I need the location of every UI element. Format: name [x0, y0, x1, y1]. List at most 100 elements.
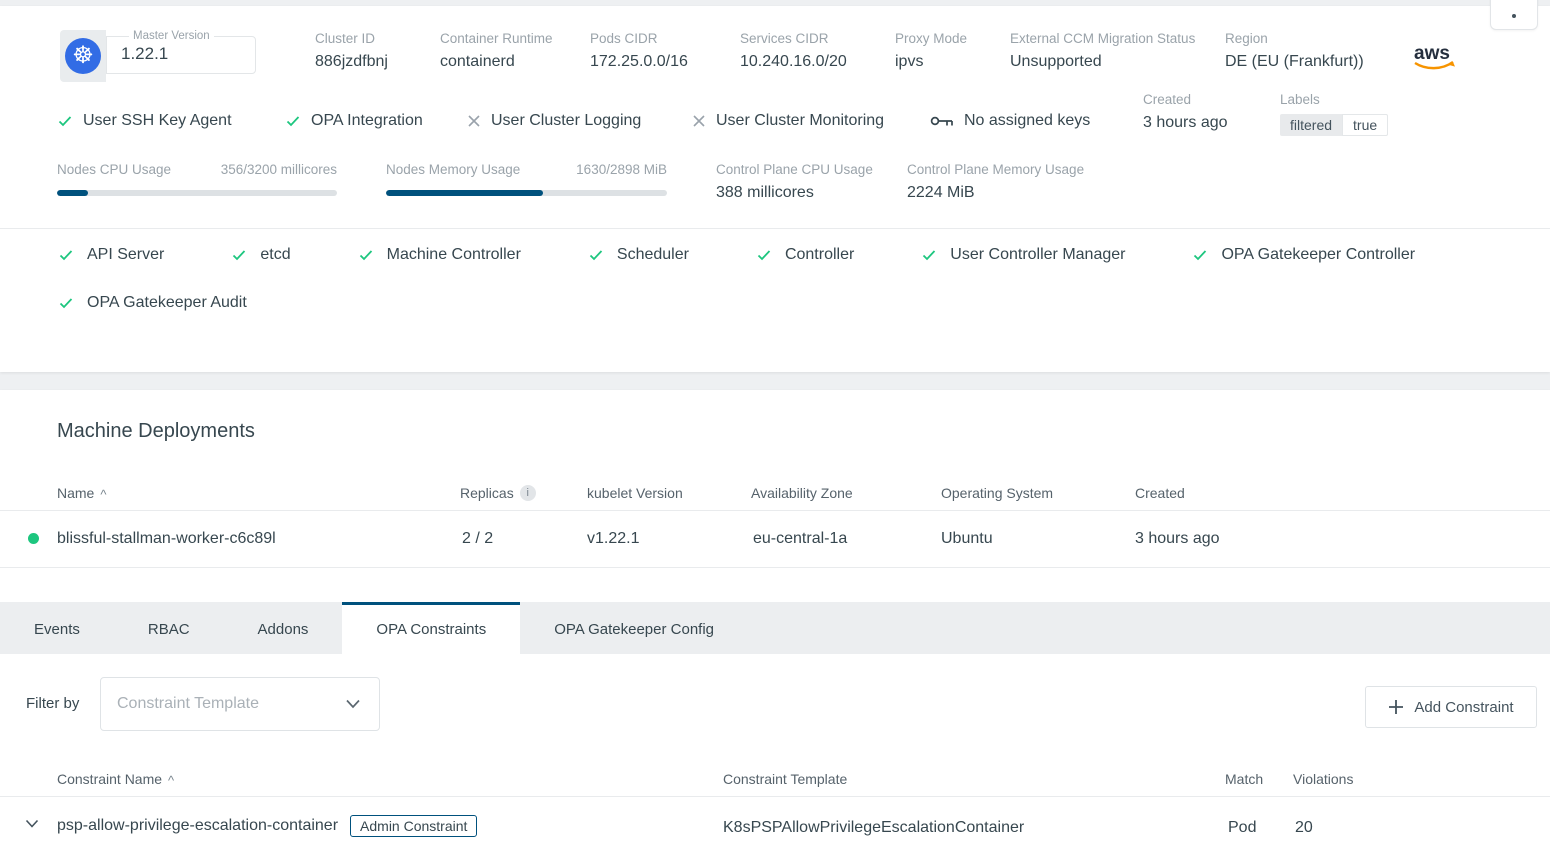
admin-constraint-badge: Admin Constraint	[350, 815, 477, 837]
master-version-field: Master Version 1.22.1	[106, 30, 256, 74]
column-header-availability-zone: Availability Zone	[751, 485, 853, 501]
label-chip-value: true	[1342, 114, 1388, 136]
md-name: blissful-stallman-worker-c6c89l	[57, 530, 276, 548]
stat-value: 172.25.0.0/16	[590, 53, 688, 71]
feature-user-cluster-monitoring: User Cluster Monitoring	[692, 112, 884, 130]
feature-label: OPA Integration	[311, 112, 423, 130]
stat-ccm-migration-status: External CCM Migration Status Unsupporte…	[1010, 31, 1195, 71]
expand-row-chevron-icon[interactable]	[25, 819, 39, 829]
add-constraint-label: Add Constraint	[1414, 699, 1513, 716]
info-icon[interactable]: i	[520, 485, 536, 501]
usage-label: Nodes CPU Usage	[57, 162, 171, 177]
column-header-kubelet-version: kubelet Version	[587, 485, 683, 501]
section-divider	[0, 228, 1550, 229]
stat-services-cidr: Services CIDR 10.240.16.0/20	[740, 31, 847, 71]
constraint-name: psp-allow-privilege-escalation-container	[57, 817, 338, 835]
master-version-label: Master Version	[129, 30, 214, 42]
chevron-down-icon	[345, 698, 361, 710]
plus-icon	[1388, 699, 1404, 715]
control-plane-cpu-usage: Control Plane CPU Usage 388 millicores	[716, 162, 873, 202]
check-icon	[57, 295, 75, 311]
md-created: 3 hours ago	[1135, 530, 1220, 548]
column-header-violations: Violations	[1293, 771, 1353, 787]
stat-label: Region	[1225, 31, 1364, 46]
feature-opa-integration: OPA Integration	[285, 112, 423, 130]
check-icon	[1191, 247, 1209, 263]
dot-menu-icon	[1512, 14, 1516, 18]
md-kubelet-version: v1.22.1	[587, 530, 639, 548]
stat-value: ipvs	[895, 53, 967, 71]
usage-label: Control Plane CPU Usage	[716, 162, 873, 177]
stat-container-runtime: Container Runtime containerd	[440, 31, 553, 71]
column-header-created: Created	[1135, 485, 1185, 501]
health-opa-gatekeeper-controller: OPA Gatekeeper Controller	[1191, 244, 1415, 266]
add-constraint-button[interactable]: Add Constraint	[1365, 686, 1537, 728]
label-chip: filtered true	[1280, 114, 1388, 136]
column-header-match: Match	[1225, 771, 1263, 787]
health-etcd: etcd	[230, 244, 290, 266]
check-icon	[357, 247, 375, 263]
cluster-detail-page: ☸ Master Version 1.22.1 Cluster ID 886jz…	[0, 0, 1550, 851]
machine-deployment-row[interactable]: blissful-stallman-worker-c6c89l 2 / 2 v1…	[0, 510, 1550, 568]
master-version-value: 1.22.1	[121, 44, 241, 64]
tab-events[interactable]: Events	[0, 602, 114, 654]
stat-label: Container Runtime	[440, 31, 553, 46]
labels-label: Labels	[1280, 92, 1388, 107]
ssh-keys-text: No assigned keys	[964, 112, 1090, 130]
md-replicas: 2 / 2	[462, 530, 493, 548]
health-controller: Controller	[755, 244, 854, 266]
health-label: Scheduler	[617, 246, 689, 264]
health-label: Machine Controller	[387, 246, 521, 264]
stat-value: containerd	[440, 53, 553, 71]
tab-rbac[interactable]: RBAC	[114, 602, 224, 654]
ssh-keys-status: No assigned keys	[930, 112, 1090, 130]
check-icon	[57, 247, 75, 263]
health-api-server: API Server	[57, 244, 164, 266]
control-plane-memory-usage: Control Plane Memory Usage 2224 MiB	[907, 162, 1084, 202]
stat-value: 10.240.16.0/20	[740, 53, 847, 71]
constraint-row[interactable]: psp-allow-privilege-escalation-container…	[0, 797, 1550, 851]
health-status-list: API Server etcd Machine Controller Sched…	[57, 244, 1497, 314]
labels-block: Labels filtered true	[1280, 92, 1388, 136]
stat-label: Proxy Mode	[895, 31, 967, 46]
check-icon	[920, 247, 938, 263]
usage-value: 2224 MiB	[907, 184, 1084, 202]
tab-opa-constraints[interactable]: OPA Constraints	[342, 602, 520, 654]
filter-by-label: Filter by	[26, 695, 79, 712]
kubernetes-icon: ☸	[65, 38, 101, 74]
nodes-cpu-usage: Nodes CPU Usage 356/3200 millicores	[57, 162, 337, 196]
machine-deployments-card: Machine Deployments Name^ Replicas i kub…	[0, 390, 1550, 602]
constraint-violations: 20	[1295, 819, 1313, 837]
stat-region: Region DE (EU (Frankfurt))	[1225, 31, 1364, 71]
aws-provider-logo: aws	[1412, 42, 1458, 79]
tab-addons[interactable]: Addons	[224, 602, 343, 654]
detail-tabs: Events RBAC Addons OPA Constraints OPA G…	[0, 602, 1550, 654]
stat-value: 886jzdfbnj	[315, 53, 388, 71]
usage-value: 388 millicores	[716, 184, 873, 202]
check-icon	[57, 113, 73, 129]
created-label: Created	[1143, 92, 1228, 107]
feature-user-cluster-logging: User Cluster Logging	[467, 112, 641, 130]
usage-label: Nodes Memory Usage	[386, 162, 520, 177]
tab-opa-gatekeeper-config[interactable]: OPA Gatekeeper Config	[520, 602, 748, 654]
label-chip-key: filtered	[1280, 114, 1342, 136]
cluster-actions-menu-button[interactable]	[1490, 0, 1538, 30]
column-header-name[interactable]: Name^	[57, 485, 106, 501]
check-icon	[587, 247, 605, 263]
stat-proxy-mode: Proxy Mode ipvs	[895, 31, 967, 71]
column-header-replicas: Replicas i	[460, 485, 536, 501]
column-header-operating-system: Operating System	[941, 485, 1053, 501]
constraint-template-filter-select[interactable]: Constraint Template	[100, 677, 380, 731]
stat-value: Unsupported	[1010, 53, 1195, 71]
feature-user-ssh-key-agent: User SSH Key Agent	[57, 112, 232, 130]
opa-constraints-panel: Filter by Constraint Template Add Constr…	[0, 654, 1550, 851]
select-placeholder: Constraint Template	[117, 695, 345, 713]
stat-label: External CCM Migration Status	[1010, 31, 1195, 46]
created-value: 3 hours ago	[1143, 114, 1228, 132]
health-scheduler: Scheduler	[587, 244, 689, 266]
health-opa-gatekeeper-audit: OPA Gatekeeper Audit	[57, 292, 317, 314]
health-user-controller-manager: User Controller Manager	[920, 244, 1125, 266]
check-icon	[230, 247, 248, 263]
key-icon	[930, 113, 954, 129]
column-header-constraint-name[interactable]: Constraint Name^	[57, 771, 174, 787]
